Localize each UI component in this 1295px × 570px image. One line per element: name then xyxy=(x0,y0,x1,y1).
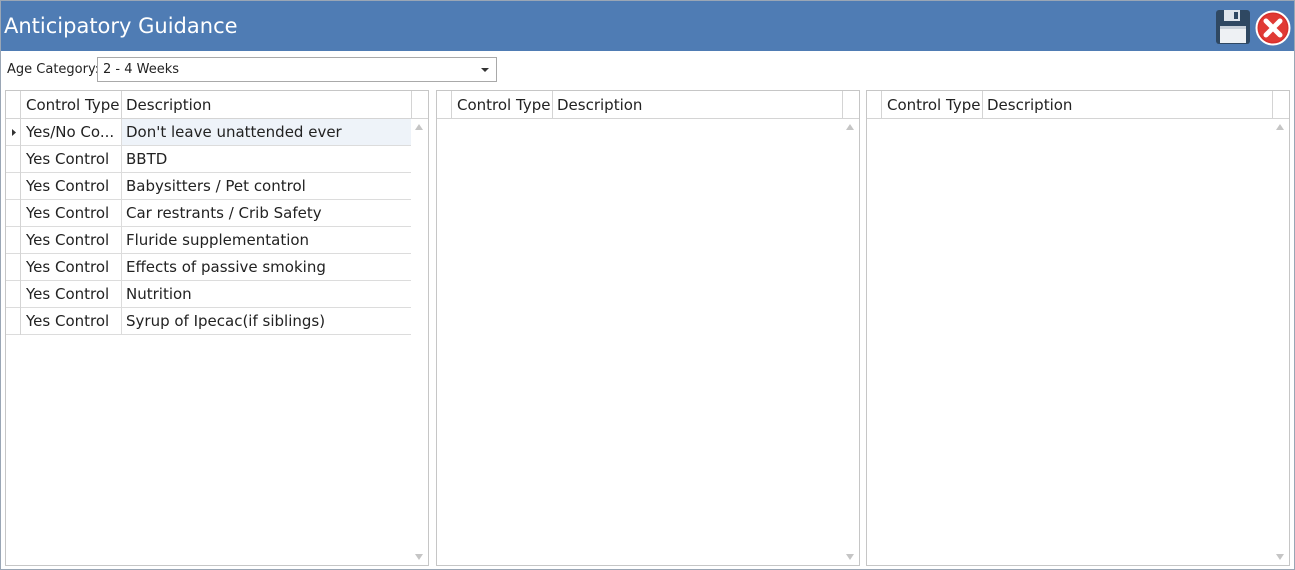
row-indicator[interactable] xyxy=(6,254,21,281)
cell-control-type[interactable]: Yes Control xyxy=(22,146,122,172)
column-header-control-type[interactable]: Control Type xyxy=(883,91,983,118)
row-indicator[interactable] xyxy=(6,200,21,227)
table-row[interactable]: Yes Control Nutrition xyxy=(6,281,412,308)
cell-description[interactable]: Car restrants / Crib Safety xyxy=(122,200,412,226)
row-indicator-header xyxy=(437,91,452,118)
guidance-grid-1[interactable]: Control Type Description Yes/No Co... Don… xyxy=(5,90,429,566)
vertical-scrollbar[interactable] xyxy=(842,119,859,565)
scroll-up-icon[interactable] xyxy=(1276,124,1284,130)
cell-description[interactable]: BBTD xyxy=(122,146,412,172)
vertical-scrollbar[interactable] xyxy=(1272,119,1289,565)
cell-description[interactable]: Fluride supplementation xyxy=(122,227,412,253)
vertical-scrollbar[interactable] xyxy=(411,119,428,565)
scroll-down-icon[interactable] xyxy=(846,554,854,560)
chevron-down-icon[interactable] xyxy=(477,59,493,80)
close-icon xyxy=(1255,10,1291,46)
grid-header: Control Type Description xyxy=(6,91,428,119)
column-header-control-type[interactable]: Control Type xyxy=(22,91,122,118)
cell-control-type[interactable]: Yes Control xyxy=(22,308,122,334)
cell-control-type[interactable]: Yes/No Co... xyxy=(22,119,122,145)
save-button[interactable] xyxy=(1215,9,1251,45)
current-row-arrow-icon xyxy=(12,129,16,136)
age-category-value: 2 - 4 Weeks xyxy=(103,62,180,77)
table-row[interactable]: Yes Control Car restrants / Crib Safety xyxy=(6,200,412,227)
row-indicator[interactable] xyxy=(6,146,21,173)
scroll-down-icon[interactable] xyxy=(1276,554,1284,560)
column-header-description[interactable]: Description xyxy=(122,91,412,118)
cell-description[interactable]: Babysitters / Pet control xyxy=(122,173,412,199)
grid-header: Control Type Description xyxy=(437,91,859,119)
row-indicator[interactable] xyxy=(6,173,21,200)
scrollbar-header xyxy=(411,91,428,118)
cell-control-type[interactable]: Yes Control xyxy=(22,254,122,280)
table-row[interactable]: Yes Control Babysitters / Pet control xyxy=(6,173,412,200)
age-category-row: Age Category: 2 - 4 Weeks xyxy=(1,56,521,82)
cell-description[interactable]: Effects of passive smoking xyxy=(122,254,412,280)
table-row[interactable]: Yes Control Effects of passive smoking xyxy=(6,254,412,281)
row-indicator[interactable] xyxy=(6,308,21,335)
close-button[interactable] xyxy=(1255,10,1291,46)
age-category-select[interactable]: 2 - 4 Weeks xyxy=(97,57,497,82)
table-row[interactable]: Yes Control Syrup of Ipecac(if siblings) xyxy=(6,308,412,335)
cell-description[interactable]: Syrup of Ipecac(if siblings) xyxy=(122,308,412,334)
guidance-grid-2[interactable]: Control Type Description xyxy=(436,90,860,566)
row-indicator[interactable] xyxy=(6,119,21,146)
scroll-down-icon[interactable] xyxy=(415,554,423,560)
window-title: Anticipatory Guidance xyxy=(4,14,238,38)
column-header-description[interactable]: Description xyxy=(553,91,843,118)
anticipatory-guidance-window: Anticipatory Guidance Age Category: 2 - … xyxy=(0,0,1295,570)
row-indicator-header xyxy=(6,91,21,118)
guidance-grid-3[interactable]: Control Type Description xyxy=(866,90,1290,566)
column-header-control-type[interactable]: Control Type xyxy=(453,91,553,118)
cell-control-type[interactable]: Yes Control xyxy=(22,281,122,307)
cell-description[interactable]: Don't leave unattended ever xyxy=(122,119,412,145)
grid-header: Control Type Description xyxy=(867,91,1289,119)
scroll-up-icon[interactable] xyxy=(846,124,854,130)
cell-description[interactable]: Nutrition xyxy=(122,281,412,307)
row-indicator-header xyxy=(867,91,882,118)
table-row[interactable]: Yes Control Fluride supplementation xyxy=(6,227,412,254)
row-indicator[interactable] xyxy=(6,281,21,308)
table-row[interactable]: Yes Control BBTD xyxy=(6,146,412,173)
row-indicator[interactable] xyxy=(6,227,21,254)
scrollbar-header xyxy=(842,91,859,118)
title-bar: Anticipatory Guidance xyxy=(1,1,1294,51)
age-category-label: Age Category: xyxy=(7,62,100,77)
scroll-up-icon[interactable] xyxy=(415,124,423,130)
floppy-disk-icon xyxy=(1216,10,1250,44)
cell-control-type[interactable]: Yes Control xyxy=(22,227,122,253)
cell-control-type[interactable]: Yes Control xyxy=(22,200,122,226)
cell-control-type[interactable]: Yes Control xyxy=(22,173,122,199)
column-header-description[interactable]: Description xyxy=(983,91,1273,118)
table-row[interactable]: Yes/No Co... Don't leave unattended ever xyxy=(6,119,412,146)
scrollbar-header xyxy=(1272,91,1289,118)
